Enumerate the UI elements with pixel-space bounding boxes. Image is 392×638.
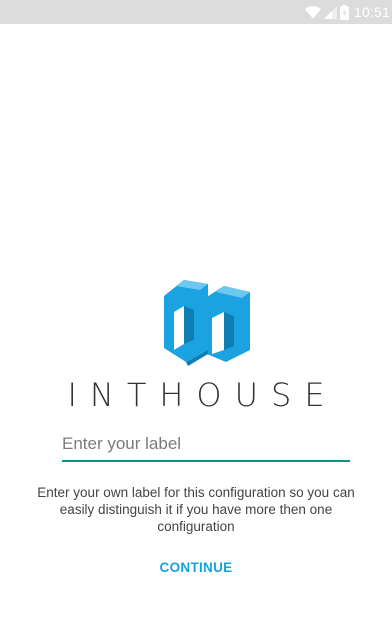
label-input[interactable]: [62, 428, 350, 460]
status-icons: 10:51: [304, 0, 390, 24]
brand-name: INTHOUSE: [67, 376, 338, 414]
continue-button[interactable]: CONTINUE: [140, 553, 252, 581]
signal-icon: [323, 5, 337, 19]
status-bar: 10:51: [0, 0, 392, 24]
wifi-icon: [304, 5, 321, 19]
status-time: 10:51: [353, 4, 390, 20]
battery-icon: [339, 4, 349, 20]
inthouse-logo: [160, 270, 252, 366]
helper-text: Enter your own label for this configurat…: [37, 485, 355, 534]
label-field[interactable]: [62, 428, 350, 462]
field-underline: [62, 460, 350, 462]
